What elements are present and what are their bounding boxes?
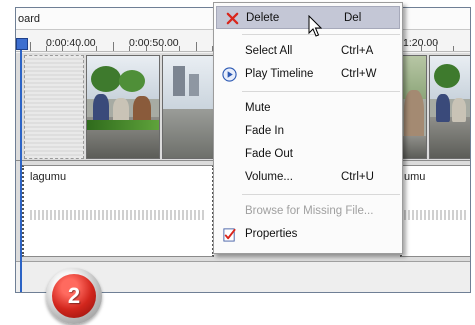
ruler-mark xyxy=(421,46,422,51)
playhead-line[interactable] xyxy=(20,38,22,292)
video-clip-thumbnail[interactable] xyxy=(86,55,160,159)
video-clip-thumbnail[interactable] xyxy=(401,55,427,159)
menu-separator xyxy=(242,91,400,92)
ruler-mark xyxy=(62,46,63,51)
ruler-mark xyxy=(78,46,79,51)
video-clip-thumbnail[interactable] xyxy=(162,55,216,159)
ruler-mark xyxy=(436,42,437,51)
menu-item-shortcut: Del xyxy=(344,12,362,24)
audio-clip-label: lagumu xyxy=(30,171,67,183)
playhead-handle[interactable] xyxy=(16,38,28,50)
menu-item-play-timeline[interactable]: Play Timeline Ctrl+W xyxy=(214,63,402,86)
menu-item-browse-missing-file: Browse for Missing File... xyxy=(214,200,402,223)
ruler-mark xyxy=(146,46,147,51)
step-number-badge: 2 xyxy=(46,268,102,324)
ruler-mark xyxy=(96,46,97,51)
thumb-road xyxy=(402,135,426,158)
thumb-building xyxy=(173,66,185,96)
ruler-mark xyxy=(46,46,47,51)
context-menu: Delete Del Select All Ctrl+A Play Timeli… xyxy=(213,2,403,254)
properties-checklist-icon xyxy=(223,228,236,242)
menu-item-shortcut: Ctrl+W xyxy=(341,68,377,80)
menu-item-fade-out[interactable]: Fade Out xyxy=(214,143,402,166)
menu-item-label: Mute xyxy=(245,102,271,114)
empty-clip-slot[interactable] xyxy=(24,55,84,159)
thumb-person xyxy=(436,94,450,122)
menu-item-mute[interactable]: Mute xyxy=(214,97,402,120)
menu-item-label: Volume... xyxy=(245,171,293,183)
audio-waveform xyxy=(30,210,206,220)
ruler-mark xyxy=(179,46,180,51)
menu-item-label: Browse for Missing File... xyxy=(245,205,374,217)
menu-item-shortcut: Ctrl+A xyxy=(341,45,374,57)
step-number: 2 xyxy=(52,274,96,318)
ruler-mark xyxy=(162,46,163,51)
thumb-grass xyxy=(87,120,159,130)
title-fragment: oard xyxy=(18,13,41,25)
menu-item-label: Delete xyxy=(246,12,280,24)
ruler-mark xyxy=(196,42,197,51)
menu-item-fade-in[interactable]: Fade In xyxy=(214,120,402,143)
ruler-mark xyxy=(30,42,31,51)
ruler-mark xyxy=(113,42,114,51)
thumb-tree xyxy=(91,66,121,92)
ruler-mark xyxy=(453,46,454,51)
menu-item-volume[interactable]: Volume... Ctrl+U xyxy=(214,166,402,189)
ruler-tick-label: 0:00:40.00 xyxy=(46,37,96,49)
menu-separator xyxy=(242,194,400,195)
ruler-tick-label: 0:00:50.00 xyxy=(129,37,179,49)
video-clip-thumbnail[interactable] xyxy=(429,55,470,159)
menu-item-properties[interactable]: Properties xyxy=(214,223,402,246)
menu-item-select-all[interactable]: Select All Ctrl+A xyxy=(214,40,402,63)
thumb-person xyxy=(404,90,424,140)
thumb-tree xyxy=(119,70,145,92)
mouse-pointer-icon xyxy=(308,15,322,37)
audio-waveform xyxy=(404,210,466,220)
menu-item-label: Properties xyxy=(245,228,298,240)
thumb-road xyxy=(430,117,470,158)
audio-clip[interactable]: lagumu xyxy=(22,165,214,257)
menu-item-label: Fade In xyxy=(245,125,284,137)
red-x-icon xyxy=(226,12,239,25)
menu-item-label: Play Timeline xyxy=(245,68,314,80)
thumb-person xyxy=(452,98,466,122)
play-circle-icon xyxy=(222,67,237,82)
audio-clip[interactable]: umu xyxy=(400,165,470,257)
thumb-building xyxy=(189,74,199,96)
menu-item-shortcut: Ctrl+U xyxy=(341,171,374,183)
thumb-road xyxy=(163,109,215,158)
thumb-tree xyxy=(434,64,460,88)
audio-clip-label: umu xyxy=(404,171,426,183)
menu-item-label: Fade Out xyxy=(245,148,293,160)
menu-item-label: Select All xyxy=(245,45,293,57)
ruler-mark xyxy=(129,46,130,51)
